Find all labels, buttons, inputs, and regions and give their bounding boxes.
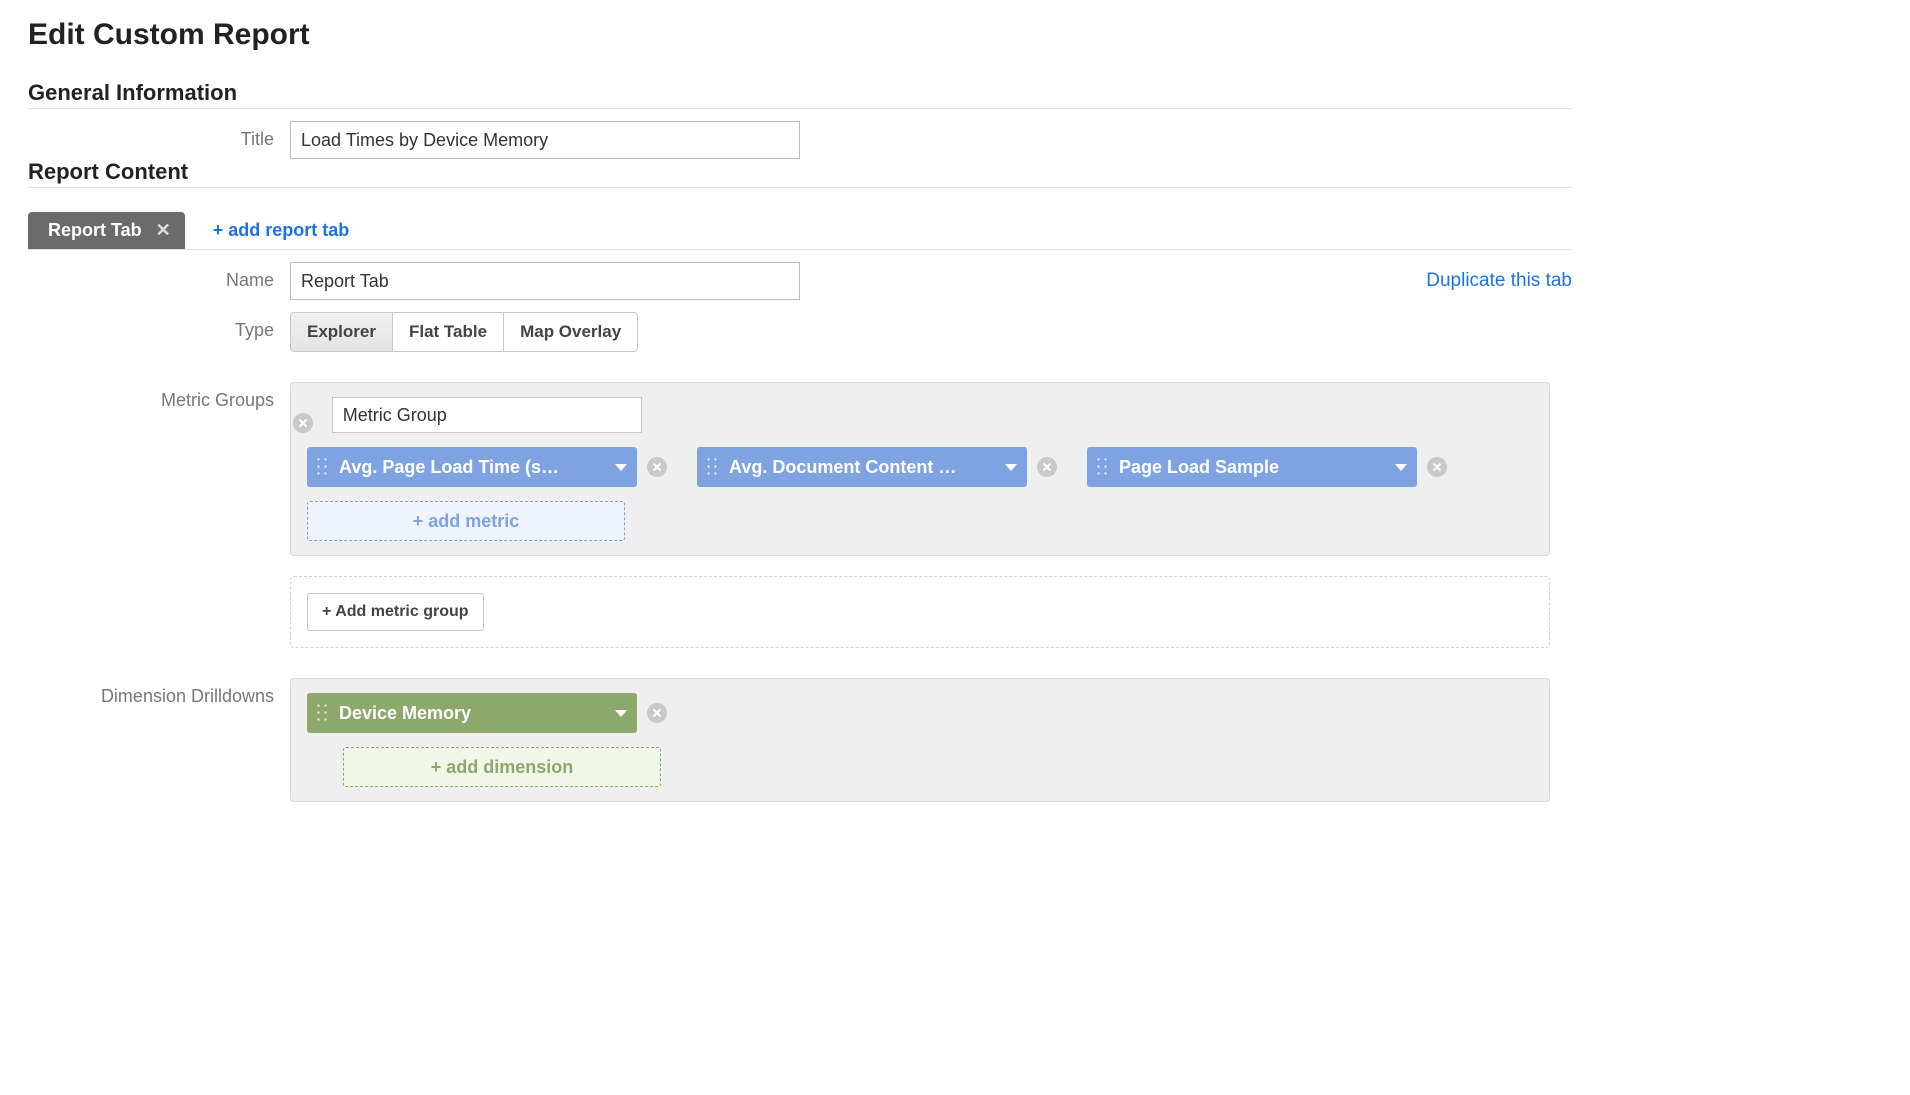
tab-report-tab-label: Report Tab [48, 220, 142, 241]
label-title: Title [28, 121, 290, 150]
add-metric-group-button[interactable]: + Add metric group [307, 593, 484, 631]
dimension-chip[interactable]: Device Memory [307, 693, 637, 733]
add-metric-group-panel: + Add metric group [290, 576, 1550, 648]
metric-chips-row: Avg. Page Load Time (s… Avg. Document Co… [307, 447, 1533, 487]
report-tabs-bar: Report Tab ✕ + add report tab [28, 212, 1572, 250]
label-dimension-drilldowns: Dimension Drilldowns [28, 678, 290, 707]
remove-dimension-icon[interactable] [647, 703, 667, 723]
remove-metric-icon[interactable] [1037, 457, 1057, 477]
add-report-tab-link[interactable]: + add report tab [213, 220, 350, 249]
close-icon[interactable]: ✕ [156, 220, 171, 241]
tab-name-input[interactable] [290, 262, 800, 300]
remove-metric-icon[interactable] [647, 457, 667, 477]
metric-chip[interactable]: Avg. Document Content … [697, 447, 1027, 487]
drag-handle-icon[interactable] [705, 456, 719, 478]
type-explorer-button[interactable]: Explorer [291, 313, 393, 351]
chevron-down-icon [1395, 464, 1407, 471]
add-metric-button[interactable]: + add metric [307, 501, 625, 541]
metric-chip[interactable]: Avg. Page Load Time (s… [307, 447, 637, 487]
tab-report-tab[interactable]: Report Tab ✕ [28, 212, 185, 249]
metric-chip[interactable]: Page Load Sample [1087, 447, 1417, 487]
type-map-overlay-button[interactable]: Map Overlay [504, 313, 637, 351]
dimension-drilldowns-panel: Device Memory + add dimension [290, 678, 1550, 802]
title-input[interactable] [290, 121, 800, 159]
chevron-down-icon [615, 710, 627, 717]
metric-group-name-input[interactable] [332, 397, 642, 433]
type-button-group: Explorer Flat Table Map Overlay [290, 312, 638, 352]
drag-handle-icon[interactable] [315, 702, 329, 724]
section-general-information: General Information [28, 80, 1572, 109]
metric-chip-label: Avg. Document Content … [729, 457, 997, 478]
page-title: Edit Custom Report [28, 18, 1572, 52]
remove-metric-icon[interactable] [1427, 457, 1447, 477]
label-type: Type [28, 312, 290, 341]
chevron-down-icon [615, 464, 627, 471]
chevron-down-icon [1005, 464, 1017, 471]
label-name: Name [28, 262, 290, 291]
metric-chip-label: Page Load Sample [1119, 457, 1387, 478]
metric-chip-label: Avg. Page Load Time (s… [339, 457, 607, 478]
drag-handle-icon[interactable] [315, 456, 329, 478]
duplicate-tab-link[interactable]: Duplicate this tab [1426, 262, 1572, 292]
add-dimension-button[interactable]: + add dimension [343, 747, 661, 787]
label-metric-groups: Metric Groups [28, 382, 290, 411]
type-flat-table-button[interactable]: Flat Table [393, 313, 504, 351]
dimension-chip-label: Device Memory [339, 703, 607, 724]
metric-group-panel: Avg. Page Load Time (s… Avg. Document Co… [290, 382, 1550, 556]
remove-metric-group-icon[interactable] [293, 413, 313, 433]
section-report-content: Report Content [28, 159, 1572, 188]
drag-handle-icon[interactable] [1095, 456, 1109, 478]
